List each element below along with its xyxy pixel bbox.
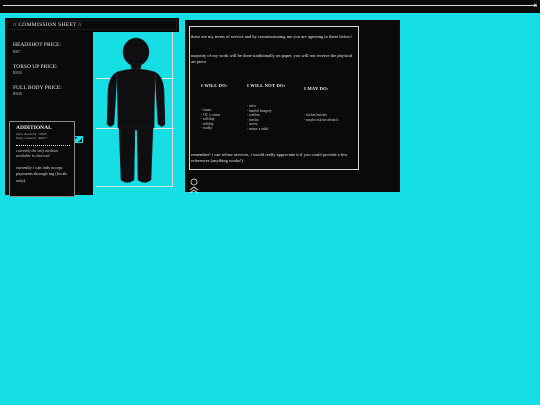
torso-price-label: TORSO UP PRICE: (13, 64, 58, 70)
additional-info-box: ADDITIONAL extra character : RM5 fully c… (9, 121, 75, 197)
list-item: - maybe ask me about it (304, 117, 339, 122)
terms-frame (189, 26, 359, 170)
may-do-list: - sticker/emotes - maybe ask me about it (304, 113, 352, 122)
headshot-price-value: RM7 (13, 50, 21, 54)
ask-icon[interactable] (189, 178, 201, 194)
fully-coloured-line: fully coloured : RM7+ (16, 136, 48, 141)
commission-sheet-title: // COMMISSION SHEET // (13, 22, 82, 28)
close-icon[interactable]: x (533, 2, 537, 9)
will-do-heading: I WILL DO: (201, 83, 228, 88)
medium-note: currently the only medium available is c… (16, 148, 58, 158)
terms-panel: these are my terms of service and by com… (185, 20, 400, 194)
additional-extras: extra character : RM5 fully coloured : R… (16, 132, 48, 141)
payment-note: currently i can only accept payments thr… (16, 165, 68, 183)
additional-heading: ADDITIONAL (16, 125, 52, 131)
will-not-do-heading: I WILL NOT DO: (247, 83, 286, 88)
commission-sheet-header: // COMMISSION SHEET // (5, 18, 179, 32)
dotted-divider (16, 145, 70, 146)
footer-icons (189, 178, 201, 194)
traditional-note: majority of my work will be done traditi… (191, 53, 353, 64)
top-bar-line (3, 5, 537, 6)
list-item: - nudity (201, 126, 213, 130)
closing-note: remember! i can refuse services, i would… (191, 152, 348, 163)
fullbody-price-value: RM20 (13, 92, 23, 96)
torso-price-value: RM10 (13, 71, 23, 75)
fullbody-price-label: FULL BODY PRICE: (13, 85, 62, 91)
headshot-price-label: HEADSHOT PRICE: (13, 42, 62, 48)
top-bar: x (0, 0, 540, 13)
person-silhouette-icon (106, 37, 166, 183)
will-do-list: - fanart - OC x canon - self/dap - selfd… (201, 108, 241, 131)
will-not-do-list: - nsfw - hateful imagery - realism - mec… (247, 104, 295, 131)
figure-area (89, 32, 179, 195)
terms-intro-text: these are my terms of service and by com… (191, 34, 352, 39)
list-item: - minor x adult (247, 126, 269, 131)
may-do-heading: I MAY DO: (304, 86, 329, 91)
